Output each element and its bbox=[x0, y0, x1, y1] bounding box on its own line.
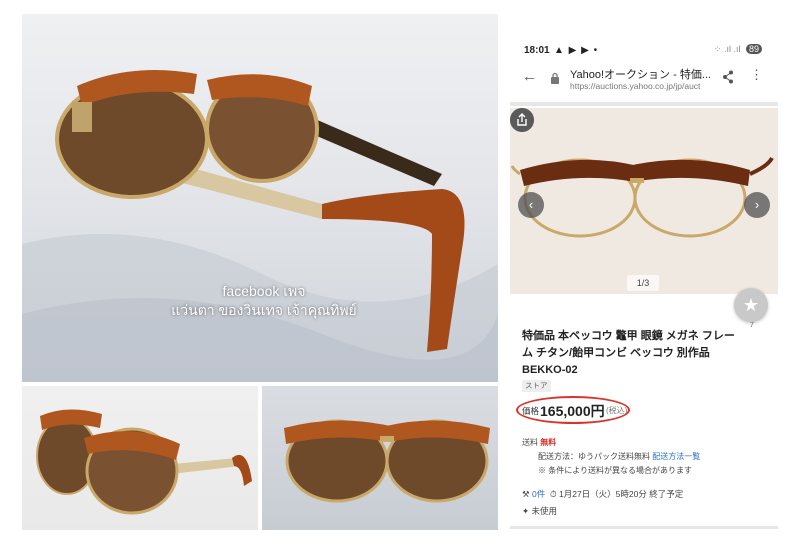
next-image-button[interactable]: › bbox=[744, 192, 770, 218]
status-bar: 18:01 ▲ ▶ ▶ • ⁘ .ıl .ıl 89 bbox=[510, 42, 778, 62]
share-icon[interactable] bbox=[722, 70, 734, 84]
phone-screenshot: 18:01 ▲ ▶ ▶ • ⁘ .ıl .ıl 89 ← Yahoo!オークショ… bbox=[510, 38, 778, 538]
image-share-button[interactable] bbox=[510, 108, 534, 132]
sparkle-icon: ✦ bbox=[522, 506, 530, 516]
more-menu-icon[interactable]: ⋮ bbox=[750, 67, 763, 83]
condition-value: 未使用 bbox=[531, 506, 558, 516]
sunglasses-side-illustration bbox=[36, 409, 252, 515]
battery-icon: 89 bbox=[745, 44, 762, 54]
hammer-icon: ⚒ bbox=[522, 489, 530, 499]
divider bbox=[510, 102, 778, 106]
prev-image-button[interactable]: ‹ bbox=[518, 192, 544, 218]
bid-and-end-row: ⚒ 0件 ⏱ 1月27日（火）5時20分 終了予定 bbox=[522, 488, 683, 500]
store-badge: ストア bbox=[522, 380, 551, 392]
delivery-label: 配送方法：ゆうパック送料無料 bbox=[538, 452, 650, 461]
signal-area: ⁘ .ıl .ıl 89 bbox=[714, 44, 762, 55]
back-arrow-icon[interactable]: ← bbox=[522, 68, 537, 85]
sunglasses-illustration bbox=[22, 70, 498, 382]
shipping-label: 送料 bbox=[522, 438, 538, 447]
page-title[interactable]: Yahoo!オークション - 特価... bbox=[570, 66, 711, 82]
image-pager: 1/3 bbox=[627, 275, 659, 291]
delivery-methods-link[interactable]: 配送方法一覧 bbox=[652, 452, 700, 461]
watermark-line-2: แว่นตา ของวินเทจ เจ้าคุณทิพย์ bbox=[171, 302, 357, 318]
listing-title: 特価品 本ベッコウ 鼈甲 眼鏡 メガネ フレーム チタン/飴甲コンビ ベッコウ … bbox=[522, 330, 735, 376]
main-photo: facebook เพจ แว่นตา ของวินเทจ เจ้าคุณทิพ… bbox=[22, 14, 498, 382]
shipping-fee-row: 送料 無料 bbox=[522, 436, 700, 450]
status-time: 18:01 bbox=[524, 45, 550, 56]
bottom-divider bbox=[510, 526, 778, 529]
sunglasses-front-illustration bbox=[284, 419, 490, 503]
price-highlight-circle bbox=[516, 396, 630, 424]
collage: facebook เพจ แว่นตา ของวินเทจ เจ้าคุณทิพ… bbox=[0, 0, 800, 544]
clock-icon: ⏱ bbox=[547, 489, 557, 499]
lock-icon bbox=[551, 72, 559, 84]
browser-url-bar: ← Yahoo!オークション - 特価... https://auctions.… bbox=[510, 62, 778, 98]
signal-icon: ⁘ .ıl .ıl bbox=[713, 44, 741, 54]
eyeglasses-illustration bbox=[510, 108, 778, 294]
delivery-method-row: 配送方法：ゆうパック送料無料 配送方法一覧 bbox=[522, 450, 700, 464]
product-image-carousel[interactable]: ‹ › 1/3 bbox=[510, 108, 778, 294]
url-address[interactable]: https://auctions.yahoo.co.jp/jp/auct bbox=[570, 81, 720, 91]
watermark-line-1: facebook เพจ bbox=[222, 283, 306, 299]
facebook-watermark: facebook เพจ แว่นตา ของวินเทจ เจ้าคุณทิพ… bbox=[134, 282, 394, 320]
notification-icons: ▲ ▶ ▶ • bbox=[554, 45, 599, 56]
watchlist-star-button[interactable]: ★ bbox=[734, 288, 768, 322]
shipping-free: 無料 bbox=[540, 438, 557, 447]
bid-count-link[interactable]: 0件 bbox=[532, 489, 545, 499]
shipping-info: 送料 無料 配送方法：ゆうパック送料無料 配送方法一覧 ※ 条件により送料が異な… bbox=[522, 436, 700, 478]
end-time: 1月27日（火）5時20分 終了予定 bbox=[558, 489, 684, 499]
bottom-left-photo bbox=[22, 386, 258, 530]
bottom-right-photo bbox=[262, 386, 498, 530]
condition-row: ✦ 未使用 bbox=[522, 505, 557, 517]
shipping-note: ※ 条件により送料が異なる場合があります bbox=[538, 466, 693, 475]
watch-count: 7 bbox=[750, 322, 754, 329]
